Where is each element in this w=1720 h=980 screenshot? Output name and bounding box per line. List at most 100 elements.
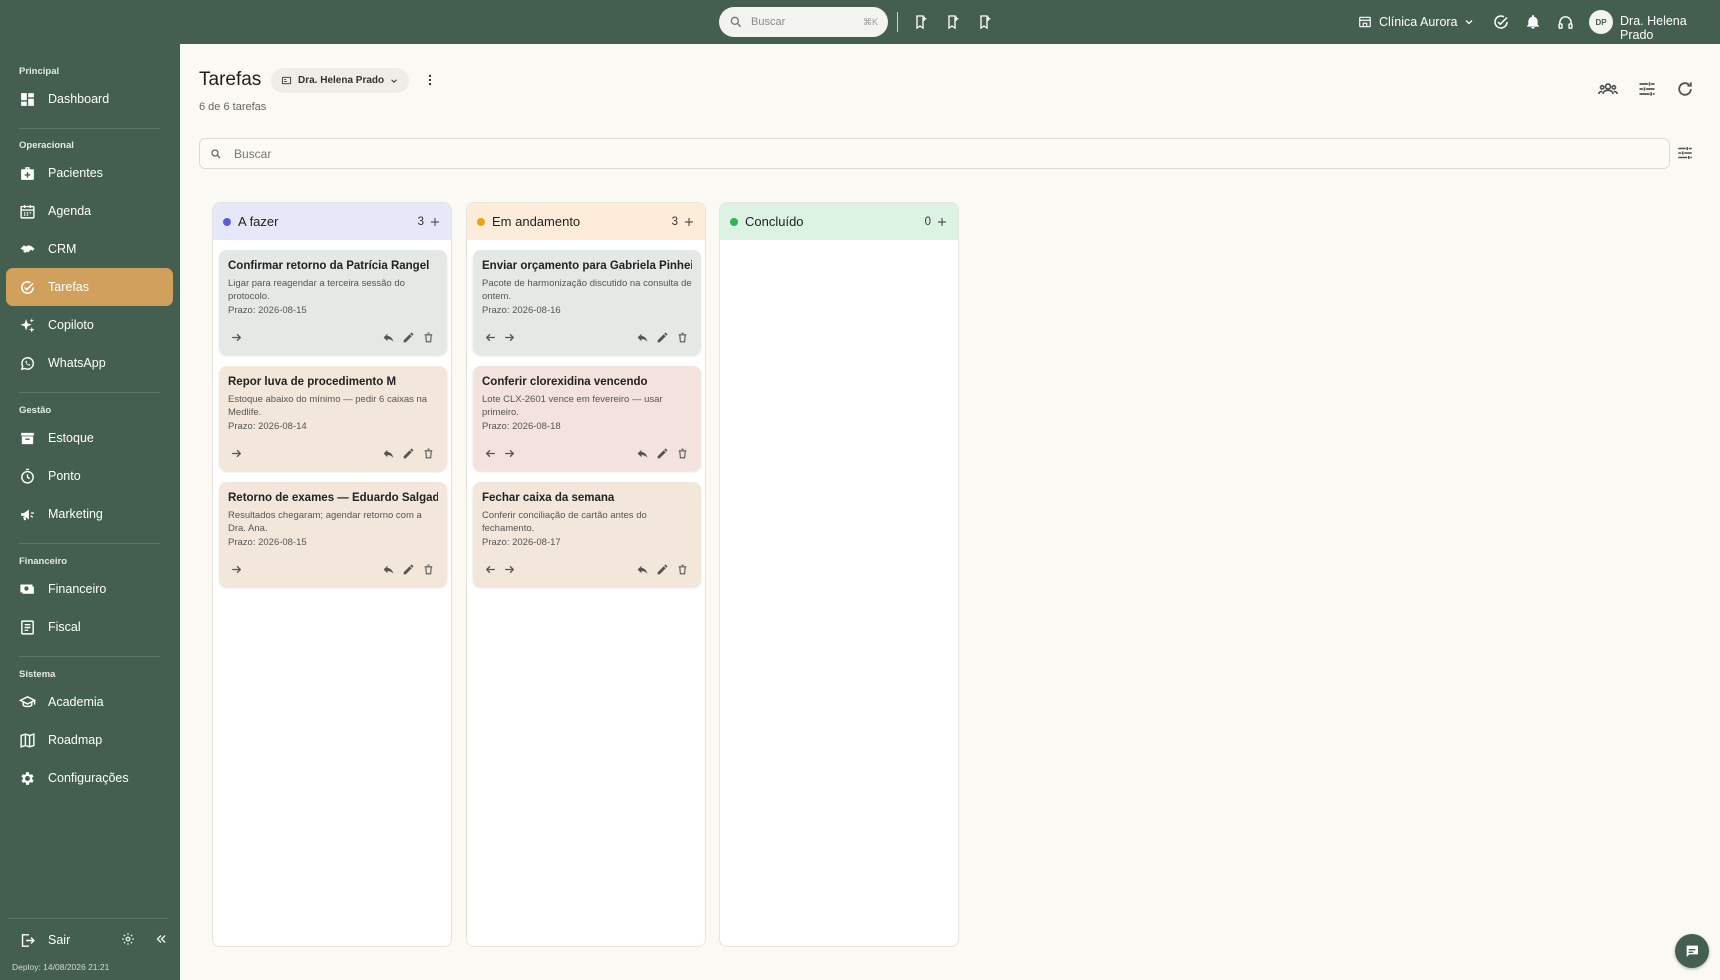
sidebar-item-pacientes[interactable]: Pacientes	[6, 154, 173, 192]
reply-icon[interactable]	[382, 331, 395, 344]
delete-icon[interactable]	[422, 447, 435, 460]
sidebar-item-academia[interactable]: Academia	[6, 683, 173, 721]
column-title: Concluído	[745, 214, 804, 229]
support-headset-icon[interactable]	[1554, 11, 1576, 33]
group-icon[interactable]	[1598, 79, 1618, 99]
arrow-right-icon[interactable]	[503, 447, 516, 460]
bookmark-add-icon[interactable]	[910, 11, 932, 33]
clinic-selector[interactable]: Clínica Aurora	[1358, 12, 1475, 32]
sidebar-footer: Sair Deploy: 14/08/2026 21:21	[0, 918, 180, 980]
logout-icon	[21, 933, 35, 947]
tune-icon[interactable]	[1637, 79, 1657, 99]
whatsapp-icon	[20, 356, 34, 370]
logout-button[interactable]: Sair	[19, 928, 70, 952]
add-icon[interactable]	[936, 216, 948, 228]
arrow-right-icon[interactable]	[503, 563, 516, 576]
sidebar-item-label: Roadmap	[48, 733, 103, 747]
edit-icon[interactable]	[656, 563, 669, 576]
more-options-icon[interactable]	[423, 72, 437, 88]
sidebar-item-ponto[interactable]: Ponto	[6, 457, 173, 495]
deploy-info: Deploy: 14/08/2026 21:21	[12, 962, 110, 972]
refresh-icon[interactable]	[1675, 79, 1695, 99]
sidebar-item-whatsapp[interactable]: WhatsApp	[6, 344, 173, 382]
sidebar-item-marketing[interactable]: Marketing	[6, 495, 173, 533]
chat-button[interactable]	[1675, 934, 1709, 968]
medical-bag-icon	[21, 166, 34, 180]
tune-icon[interactable]	[1676, 144, 1694, 162]
edit-icon[interactable]	[402, 563, 415, 576]
reply-icon[interactable]	[636, 563, 649, 576]
search-icon	[730, 16, 742, 28]
user-name[interactable]: Dra. Helena Prado	[1620, 14, 1720, 42]
reply-icon[interactable]	[636, 447, 649, 460]
status-dot	[730, 217, 738, 226]
calendar-icon	[20, 204, 35, 219]
store-icon	[1359, 16, 1371, 28]
sparkle-icon	[20, 317, 35, 333]
task-description: Pacote de harmonização discutido na cons…	[482, 278, 692, 302]
reply-icon[interactable]	[382, 447, 395, 460]
arrow-right-icon[interactable]	[230, 447, 243, 460]
arrow-right-icon[interactable]	[230, 331, 243, 344]
sidebar-item-roadmap[interactable]: Roadmap	[6, 721, 173, 759]
sidebar-item-financeiro[interactable]: Financeiro	[6, 570, 173, 608]
task-search-input[interactable]: Buscar	[199, 138, 1670, 169]
sidebar-item-label: Academia	[48, 695, 104, 709]
owner-filter-chip[interactable]: Dra. Helena Prado	[271, 68, 410, 93]
notifications-icon[interactable]	[1522, 11, 1544, 33]
delete-icon[interactable]	[676, 563, 689, 576]
sidebar-item-label: WhatsApp	[48, 356, 106, 370]
sidebar-item-configuracoes[interactable]: Configurações	[6, 759, 173, 797]
task-description: Resultados chegaram; agendar retorno com…	[228, 510, 422, 534]
reply-icon[interactable]	[382, 563, 395, 576]
task-card[interactable]: Confirmar retorno da Patrícia Rangel Lig…	[219, 250, 447, 355]
task-check-icon[interactable]	[1490, 11, 1512, 33]
sidebar-item-label: Marketing	[48, 507, 103, 521]
arrow-left-icon[interactable]	[484, 331, 497, 344]
arrow-left-icon[interactable]	[484, 563, 497, 576]
task-card[interactable]: Conferir clorexidina vencendo Lote CLX-2…	[473, 366, 701, 471]
column-count: 0	[924, 215, 931, 228]
arrow-right-icon[interactable]	[503, 331, 516, 344]
sidebar-divider	[19, 392, 160, 393]
sidebar-divider	[19, 543, 160, 544]
add-icon[interactable]	[429, 216, 441, 228]
task-card[interactable]: Retorno de exames — Eduardo Salgado Resu…	[219, 482, 447, 587]
collapse-sidebar-icon[interactable]	[154, 932, 168, 946]
sidebar-item-tarefas[interactable]: Tarefas	[6, 268, 173, 306]
delete-icon[interactable]	[422, 563, 435, 576]
task-card[interactable]: Enviar orçamento para Gabriela Pinheiro …	[473, 250, 701, 355]
edit-icon[interactable]	[656, 447, 669, 460]
task-description: Ligar para reagendar a terceira sessão d…	[228, 278, 405, 302]
global-search[interactable]: Buscar ⌘K	[719, 7, 888, 37]
logout-label: Sair	[48, 933, 71, 947]
sidebar-item-label: Copiloto	[48, 318, 94, 332]
sidebar-item-dashboard[interactable]: Dashboard	[6, 80, 173, 118]
delete-icon[interactable]	[422, 331, 435, 344]
gear-icon[interactable]	[121, 932, 135, 946]
reply-icon[interactable]	[636, 331, 649, 344]
sidebar-item-crm[interactable]: CRM	[6, 230, 173, 268]
arrow-right-icon[interactable]	[230, 563, 243, 576]
edit-icon[interactable]	[402, 447, 415, 460]
sidebar-item-label: Financeiro	[48, 582, 107, 596]
badge-icon	[281, 76, 292, 85]
section-financeiro: Financeiro	[19, 556, 68, 567]
sidebar-item-fiscal[interactable]: Fiscal	[6, 608, 173, 646]
edit-icon[interactable]	[402, 331, 415, 344]
sidebar-item-agenda[interactable]: Agenda	[6, 192, 173, 230]
task-card[interactable]: Repor luva de procedimento M Estoque aba…	[219, 366, 447, 471]
task-card[interactable]: Fechar caixa da semana Conferir concilia…	[473, 482, 701, 587]
delete-icon[interactable]	[676, 447, 689, 460]
task-due-date: Prazo: 2026-08-15	[228, 305, 307, 316]
add-icon[interactable]	[683, 216, 695, 228]
avatar[interactable]: DP	[1589, 10, 1613, 34]
edit-icon[interactable]	[656, 331, 669, 344]
bookmark-add-icon[interactable]	[942, 11, 964, 33]
bookmark-add-icon[interactable]	[974, 11, 996, 33]
sidebar-item-estoque[interactable]: Estoque	[6, 419, 173, 457]
delete-icon[interactable]	[676, 331, 689, 344]
arrow-left-icon[interactable]	[484, 447, 497, 460]
sidebar-item-label: CRM	[48, 242, 77, 256]
sidebar-item-copiloto[interactable]: Copiloto	[6, 306, 173, 344]
